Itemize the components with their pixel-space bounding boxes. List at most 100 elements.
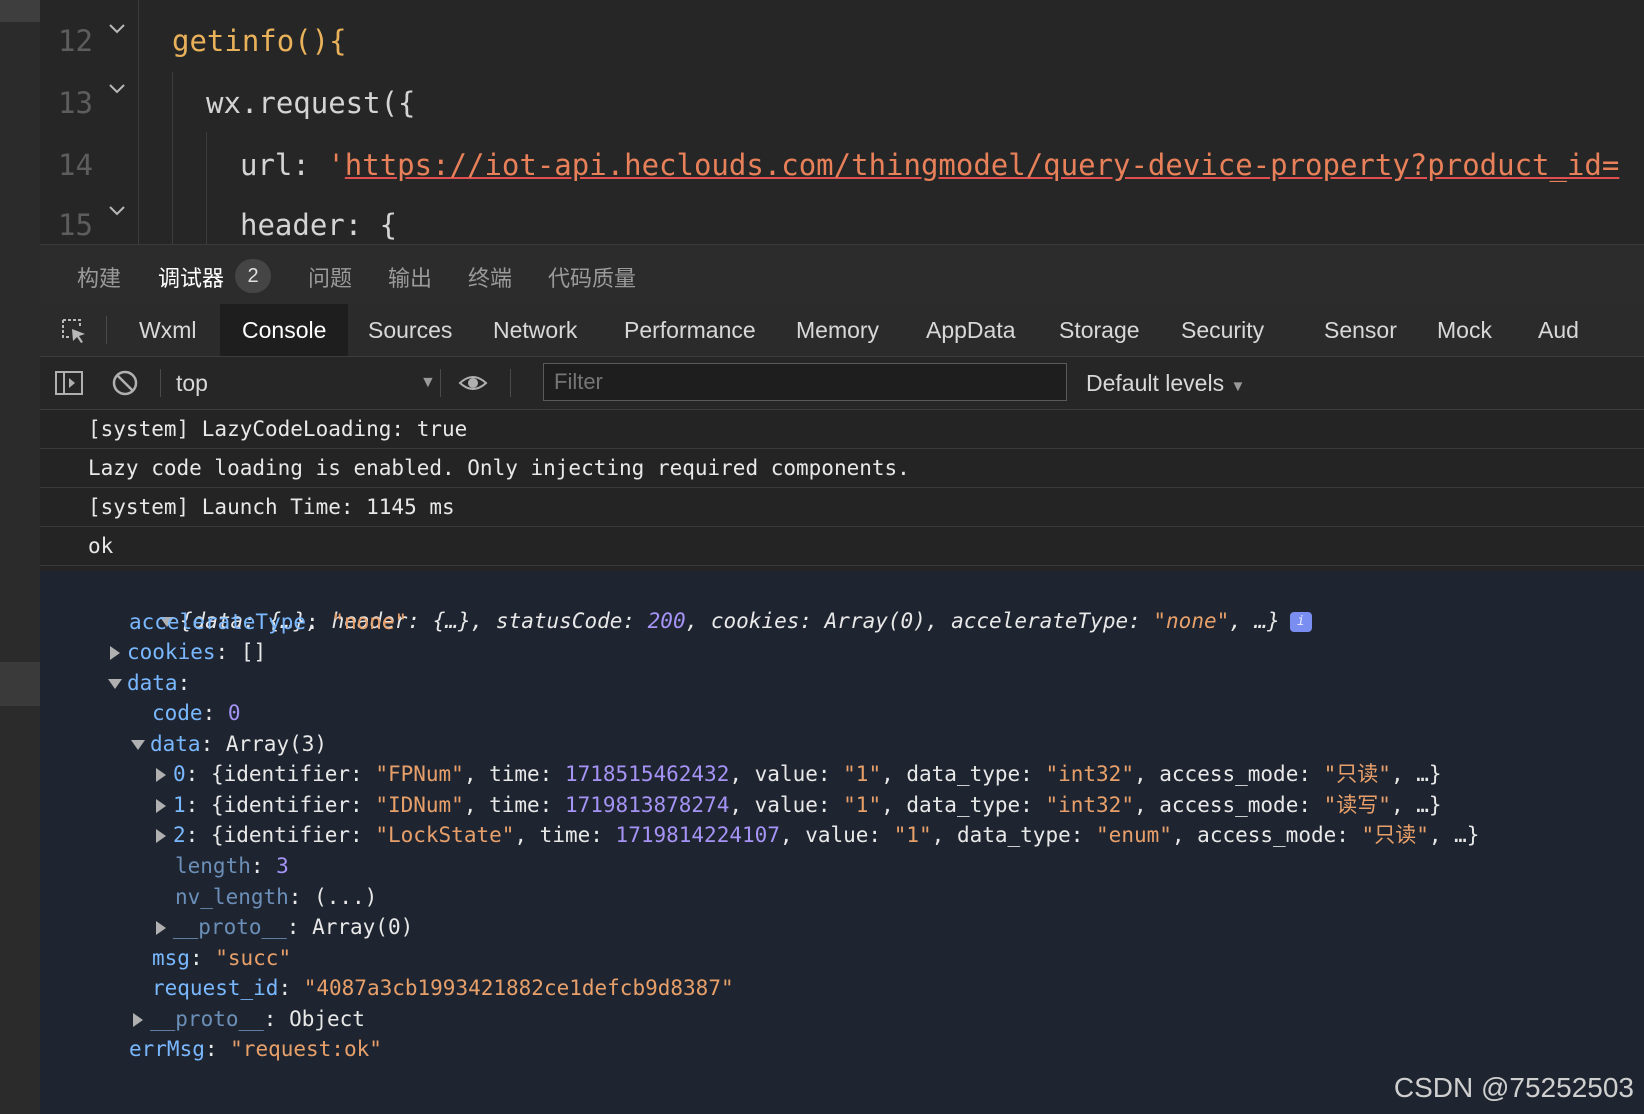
tab-console[interactable]: Console	[220, 304, 349, 356]
data-type-value: "int32"	[1045, 762, 1134, 786]
expand-triangle-icon[interactable]	[131, 740, 145, 750]
summary-text: , …}	[1229, 609, 1280, 633]
property-key: __proto__	[150, 1007, 264, 1031]
dropdown-arrow-icon[interactable]: ▼	[420, 365, 436, 401]
property-key: msg	[152, 946, 190, 970]
expand-triangle-icon[interactable]	[156, 799, 166, 813]
time-value: 1719814224107	[615, 823, 780, 847]
eye-icon[interactable]	[458, 369, 488, 397]
clear-console-icon[interactable]	[110, 369, 140, 397]
array-item[interactable]: 2: {identifier: "LockState", time: 17198…	[156, 820, 1479, 850]
tab-code-quality[interactable]: 代码质量	[548, 261, 636, 293]
property-key: errMsg	[129, 1037, 205, 1061]
time-value: 1718515462432	[564, 762, 730, 786]
context-selector[interactable]: top	[176, 365, 436, 401]
expand-triangle-icon[interactable]	[108, 679, 122, 689]
code-text: header: {	[240, 208, 398, 242]
log-levels-dropdown[interactable]: Default levels ▼	[1086, 365, 1245, 405]
code-url-link[interactable]: https://iot-api.heclouds.com/thingmodel/…	[345, 148, 1620, 182]
line-number: 14	[58, 148, 93, 182]
toolbar-separator	[440, 369, 441, 397]
property-value[interactable]: (...)	[314, 885, 377, 909]
object-inspector: {data: {…}, header: {…}, statusCode: 200…	[40, 571, 1644, 1114]
tab-build[interactable]: 构建	[77, 261, 121, 293]
property-row: accelerateType: "none"	[129, 610, 408, 634]
sidebar-toggle-icon[interactable]	[54, 369, 84, 397]
expand-triangle-icon[interactable]	[133, 1013, 143, 1027]
access-mode-value: "只读"	[1361, 823, 1429, 847]
console-toolbar: top ▼ Default levels ▼	[40, 357, 1644, 410]
property-key: nv_length	[175, 885, 289, 909]
left-gutter-strip	[0, 0, 41, 1114]
property-row[interactable]: __proto__: Object	[133, 1004, 365, 1034]
property-value: []	[240, 640, 267, 664]
code-text: getinfo(){	[172, 24, 347, 58]
tab-mock[interactable]: Mock	[1437, 304, 1492, 356]
tab-sources[interactable]: Sources	[368, 304, 452, 356]
watermark: CSDN @75252503	[1393, 1072, 1634, 1103]
fold-chevron-icon[interactable]	[108, 20, 126, 38]
console-message: [system] Launch Time: 1145 ms	[40, 488, 1644, 527]
array-item[interactable]: 1: {identifier: "IDNum", time: 171981387…	[156, 790, 1442, 820]
property-row[interactable]: cookies: []	[110, 637, 266, 667]
tab-terminal[interactable]: 终端	[468, 261, 512, 293]
tab-network[interactable]: Network	[493, 304, 577, 356]
fold-chevron-icon[interactable]	[108, 80, 126, 98]
gutter-marker	[0, 662, 40, 706]
property-key: accelerateType	[129, 610, 307, 634]
expand-triangle-icon[interactable]	[110, 646, 120, 660]
code-line-13: wx.request({	[206, 86, 416, 120]
gutter-marker	[0, 0, 40, 22]
line-number: 13	[58, 86, 93, 120]
property-row[interactable]: data:	[108, 668, 190, 698]
property-key: data	[150, 732, 201, 756]
code-editor[interactable]: 12 13 14 15 getinfo(){ wx.request({ url:…	[40, 0, 1644, 244]
code-line-12: getinfo(){	[172, 24, 347, 58]
property-row[interactable]: data: Array(3)	[131, 729, 327, 759]
expand-triangle-icon[interactable]	[156, 921, 166, 935]
indent-guide	[138, 0, 139, 244]
toolbar-separator	[510, 369, 511, 397]
identifier-value: "FPNum"	[375, 762, 464, 786]
inspect-element-icon[interactable]	[60, 317, 88, 345]
tab-security[interactable]: Security	[1181, 304, 1264, 356]
status-code-value: 200	[647, 609, 686, 633]
array-index: 0	[173, 762, 186, 786]
line-number: 12	[58, 24, 93, 58]
panel-tab-bar: 构建 调试器 2 问题 输出 终端 代码质量	[40, 244, 1644, 305]
tab-wxml[interactable]: Wxml	[139, 304, 196, 356]
tab-debugger[interactable]: 调试器	[158, 261, 224, 293]
expand-triangle-icon[interactable]	[156, 768, 166, 782]
array-item[interactable]: 0: {identifier: "FPNum", time: 171851546…	[156, 759, 1442, 789]
filter-input[interactable]	[543, 363, 1067, 401]
summary-text: , cookies: Array(0), accelerateType:	[685, 609, 1154, 633]
expand-triangle-icon[interactable]	[156, 829, 166, 843]
array-index: 1	[173, 793, 186, 817]
info-icon[interactable]: i	[1289, 612, 1312, 632]
property-row[interactable]: nv_length: (...)	[175, 882, 377, 912]
dropdown-arrow-icon: ▼	[1230, 378, 1246, 395]
property-key: __proto__	[173, 915, 287, 939]
code-line-15: header: {	[240, 208, 397, 242]
data-type-value: "enum"	[1096, 823, 1172, 847]
tab-memory[interactable]: Memory	[796, 304, 879, 356]
code-quote: '	[327, 148, 345, 182]
property-key: request_id	[152, 976, 279, 1000]
property-key: data	[127, 671, 178, 695]
console-message: [system] LazyCodeLoading: true	[40, 410, 1644, 449]
tab-output[interactable]: 输出	[388, 261, 432, 293]
access-mode-value: "只读"	[1323, 762, 1391, 786]
property-value: "4087a3cb1993421882ce1defcb9d8387"	[303, 976, 734, 1000]
property-row[interactable]: __proto__: Array(0)	[156, 912, 413, 942]
tab-audits[interactable]: Aud	[1538, 304, 1579, 356]
data-type-value: "int32"	[1045, 793, 1134, 817]
tab-problems[interactable]: 问题	[308, 261, 352, 293]
identifier-value: "LockState"	[375, 823, 515, 847]
property-row: code: 0	[152, 701, 241, 725]
tab-performance[interactable]: Performance	[624, 304, 756, 356]
tab-appdata[interactable]: AppData	[926, 304, 1016, 356]
tab-storage[interactable]: Storage	[1059, 304, 1140, 356]
log-levels-label: Default levels	[1086, 370, 1225, 396]
tab-sensor[interactable]: Sensor	[1324, 304, 1397, 356]
fold-chevron-icon[interactable]	[108, 202, 126, 220]
